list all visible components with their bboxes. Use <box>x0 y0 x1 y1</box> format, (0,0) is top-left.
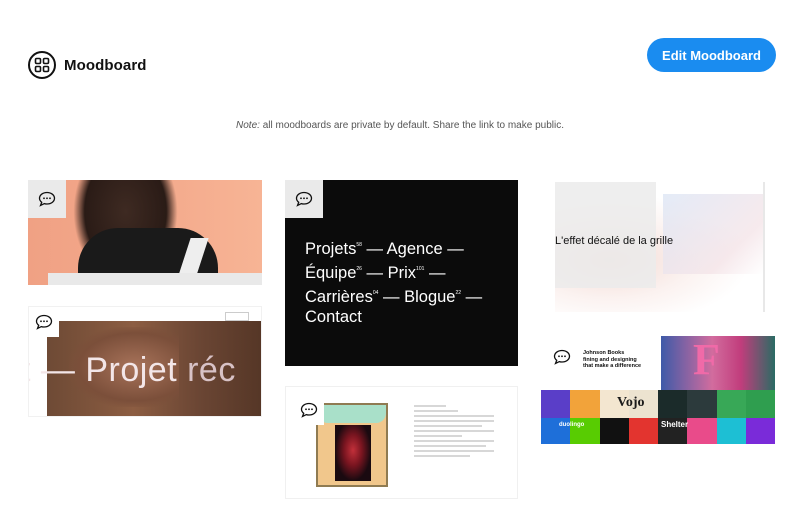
tile-caption: L'effet décalé de la grille <box>555 235 674 247</box>
tile-image-detail <box>335 425 371 481</box>
note-prefix: Note: <box>236 120 260 131</box>
grid-icon <box>28 51 56 79</box>
note-text: all moodboards are private by default. S… <box>259 120 564 131</box>
divider <box>763 182 765 312</box>
comment-icon <box>35 314 53 330</box>
moodboard-tile-projet[interactable]: t — Projet réc <box>28 306 262 417</box>
moodboard-tile-grille[interactable]: L'effet décalé de la grille <box>555 182 775 312</box>
logo-shelter: Shelter <box>661 420 689 429</box>
comment-icon <box>38 191 56 207</box>
comment-button[interactable] <box>547 342 577 372</box>
moodboard-tile-black-nav[interactable]: Projets58 — Agence — Équipe26 — Prix101 … <box>285 180 518 366</box>
moodboard-tile-portrait[interactable] <box>28 180 262 285</box>
tile-menu-text: Projets58 — Agence — Équipe26 — Prix101 … <box>305 235 482 327</box>
menu-word: — <box>461 288 483 306</box>
tile-heading-line: that make a difference <box>583 363 642 369</box>
tile-image-detail <box>663 194 763 274</box>
page-title: Moodboard <box>64 56 147 74</box>
logo-vojo: Vojo <box>617 395 645 410</box>
menu-word: — Prix <box>361 264 417 282</box>
menu-line: Projets58 — Agence — <box>305 235 482 259</box>
tile-text-lines <box>414 405 494 460</box>
tile-image-detail: F <box>693 336 720 384</box>
moodboard-tile-illustration[interactable] <box>285 386 518 499</box>
menu-word: Contact <box>305 308 362 326</box>
comment-icon <box>553 349 571 365</box>
menu-word: Projets <box>305 240 357 258</box>
menu-line: Équipe26 — Prix101 — <box>305 259 482 283</box>
tile-image <box>316 403 388 487</box>
tile-headline-b: réc <box>187 351 236 389</box>
menu-word: — Agence — <box>361 240 464 258</box>
tile-image-detail <box>48 273 262 285</box>
comment-button[interactable] <box>28 180 66 218</box>
menu-line: Contact <box>305 307 482 327</box>
menu-line: Carrières04 — Blogue22 — <box>305 283 482 307</box>
tile-image-detail <box>318 405 386 423</box>
moodboard-tile-johnson-books[interactable]: F Johnson Books fining and designing tha… <box>541 336 775 444</box>
brand[interactable]: Moodboard <box>28 51 147 79</box>
logo-row <box>541 390 775 418</box>
tile-headline-a: t — Projet <box>28 351 188 389</box>
comment-icon <box>300 402 318 418</box>
comment-button[interactable] <box>294 395 324 425</box>
edit-moodboard-button[interactable]: Edit Moodboard <box>647 38 776 72</box>
tile-heading: Johnson Books fining and designing that … <box>583 350 641 370</box>
comment-icon <box>295 191 313 207</box>
logo-duolingo: duolingo <box>559 422 585 428</box>
menu-word: Carrières <box>305 288 373 306</box>
menu-word: Équipe <box>305 264 357 282</box>
tile-headline: t — Projet réc <box>28 351 236 390</box>
menu-word: — Blogue <box>378 288 456 306</box>
comment-button[interactable] <box>29 307 59 337</box>
menu-word: — <box>424 264 446 282</box>
tile-image-detail <box>225 312 249 321</box>
comment-button[interactable] <box>285 180 323 218</box>
privacy-note: Note: all moodboards are private by defa… <box>0 120 800 131</box>
